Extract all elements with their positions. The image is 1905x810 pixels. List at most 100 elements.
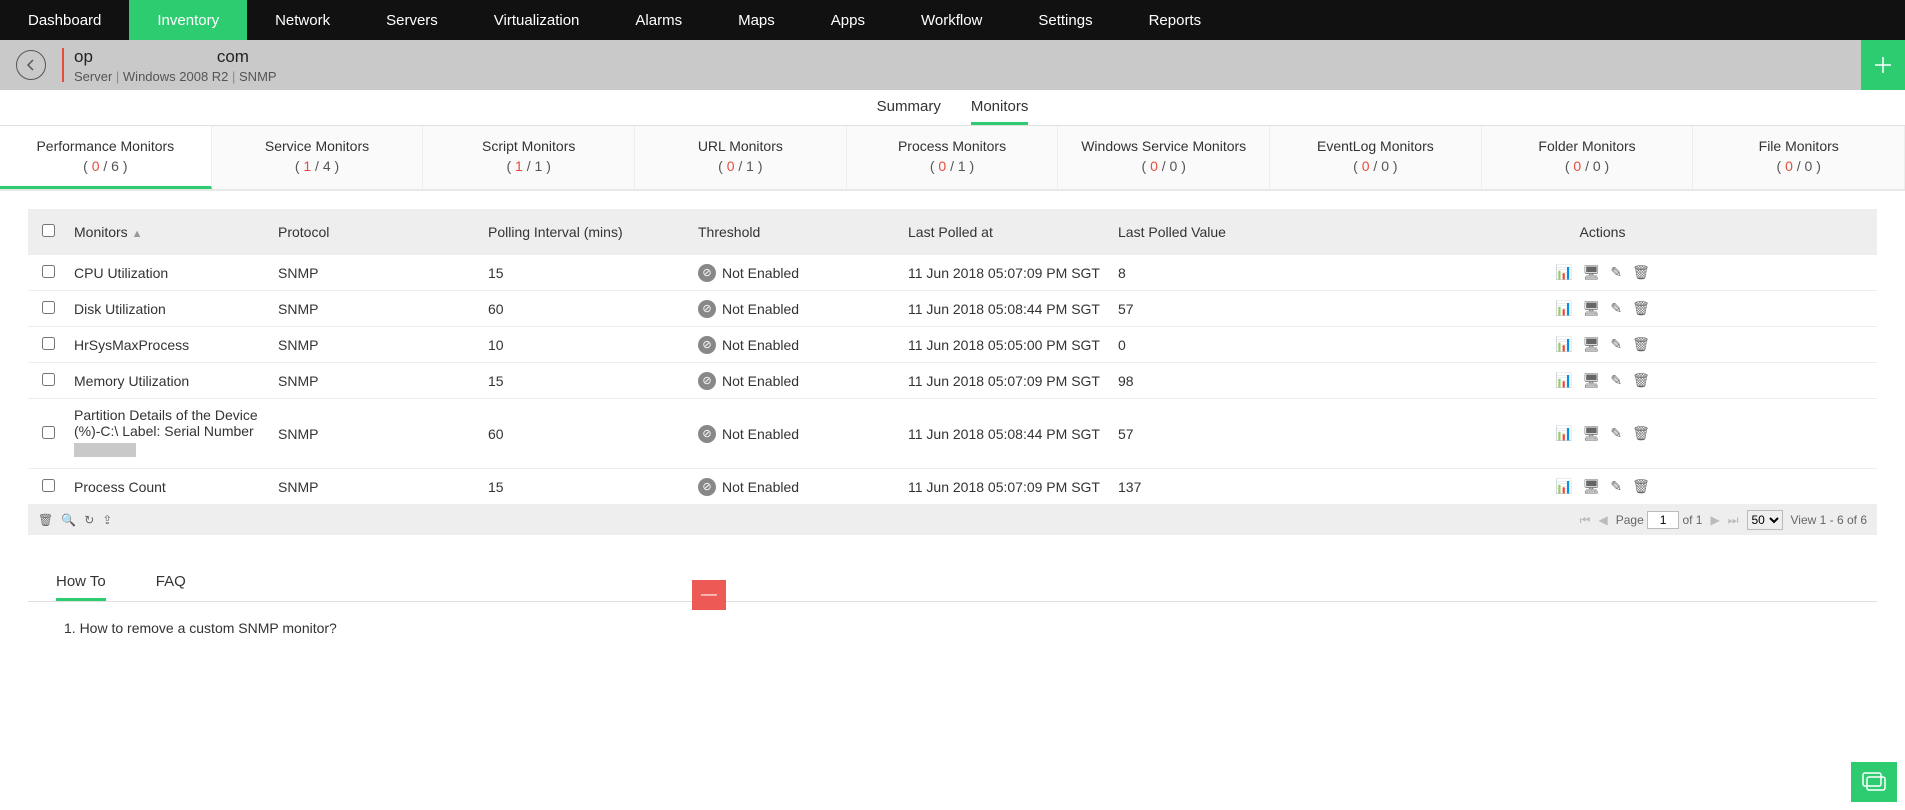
export-icon[interactable]: ⇪ — [102, 513, 112, 527]
edit-icon[interactable]: ✎ — [1610, 300, 1622, 317]
tab-monitors[interactable]: Monitors — [971, 92, 1029, 125]
chart-icon[interactable]: 📊 — [1555, 425, 1572, 442]
monitor-tab[interactable]: Script Monitors( 1 / 1 ) — [423, 126, 635, 189]
cell-last-polled-value: 0 — [1118, 337, 1328, 353]
cell-polling: 15 — [488, 265, 698, 281]
cell-threshold: ⊘Not Enabled — [698, 264, 908, 282]
nav-reports[interactable]: Reports — [1121, 0, 1230, 40]
chart-icon[interactable]: 📊 — [1555, 336, 1572, 353]
monitor-icon[interactable]: 🖥 — [1583, 264, 1601, 281]
row-checkbox[interactable] — [42, 479, 55, 492]
row-checkbox[interactable] — [42, 426, 55, 439]
next-page-icon[interactable]: ▶ — [1710, 513, 1719, 527]
delete-row-icon[interactable]: 🗑 — [1632, 336, 1650, 353]
edit-icon[interactable]: ✎ — [1610, 336, 1622, 353]
delete-row-icon[interactable]: 🗑 — [1632, 425, 1650, 442]
cell-protocol: SNMP — [278, 337, 488, 353]
cell-actions: 📊 🖥 ✎ 🗑 — [1328, 478, 1877, 495]
add-button[interactable] — [1861, 40, 1905, 90]
col-last-polled-at[interactable]: Last Polled at — [908, 224, 1118, 240]
chart-icon[interactable]: 📊 — [1555, 264, 1572, 281]
search-icon[interactable]: 🔍 — [61, 513, 76, 527]
row-checkbox[interactable] — [42, 301, 55, 314]
view-range: View 1 - 6 of 6 — [1791, 513, 1868, 527]
howto-item[interactable]: 1. How to remove a custom SNMP monitor? — [64, 620, 1905, 636]
disabled-icon: ⊘ — [698, 425, 716, 443]
monitor-icon[interactable]: 🖥 — [1583, 372, 1601, 389]
monitor-icon[interactable]: 🖥 — [1583, 336, 1601, 353]
nav-servers[interactable]: Servers — [358, 0, 466, 40]
monitor-tab[interactable]: URL Monitors( 0 / 1 ) — [635, 126, 847, 189]
page-size-select[interactable]: 50 — [1747, 510, 1783, 530]
back-button[interactable] — [16, 50, 46, 80]
chat-button[interactable] — [1851, 762, 1897, 802]
monitor-tab[interactable]: File Monitors( 0 / 0 ) — [1693, 126, 1905, 189]
edit-icon[interactable]: ✎ — [1610, 372, 1622, 389]
cell-monitor[interactable]: CPU Utilization — [68, 257, 278, 289]
cell-monitor[interactable]: Disk Utilization — [68, 293, 278, 325]
page-of: of 1 — [1682, 513, 1702, 527]
cell-protocol: SNMP — [278, 479, 488, 495]
delete-row-icon[interactable]: 🗑 — [1632, 300, 1650, 317]
help-tab-faq[interactable]: FAQ — [156, 573, 186, 601]
delete-row-icon[interactable]: 🗑 — [1632, 264, 1650, 281]
nav-apps[interactable]: Apps — [803, 0, 893, 40]
select-all-checkbox[interactable] — [42, 224, 55, 237]
row-checkbox[interactable] — [42, 373, 55, 386]
help-tab-how-to[interactable]: How To — [56, 573, 106, 601]
cell-monitor[interactable]: Partition Details of the Device (%)-C:\ … — [68, 399, 278, 468]
cell-last-polled-value: 57 — [1118, 301, 1328, 317]
nav-dashboard[interactable]: Dashboard — [0, 0, 129, 40]
nav-maps[interactable]: Maps — [710, 0, 803, 40]
cell-last-polled-at: 11 Jun 2018 05:08:44 PM SGT — [908, 301, 1118, 317]
delete-row-icon[interactable]: 🗑 — [1632, 478, 1650, 495]
prev-page-icon[interactable]: ◀ — [1598, 513, 1607, 527]
monitor-icon[interactable]: 🖥 — [1583, 300, 1601, 317]
nav-virtualization[interactable]: Virtualization — [466, 0, 608, 40]
tab-summary[interactable]: Summary — [877, 92, 941, 125]
delete-icon[interactable]: 🗑 — [38, 513, 53, 527]
help-separator — [28, 601, 1877, 602]
row-checkbox[interactable] — [42, 337, 55, 350]
monitor-tab[interactable]: Windows Service Monitors( 0 / 0 ) — [1058, 126, 1270, 189]
nav-settings[interactable]: Settings — [1010, 0, 1120, 40]
chart-icon[interactable]: 📊 — [1555, 300, 1572, 317]
cell-monitor[interactable]: Process Count — [68, 471, 278, 503]
cell-monitor[interactable]: HrSysMaxProcess — [68, 329, 278, 361]
nav-network[interactable]: Network — [247, 0, 358, 40]
table-row: HrSysMaxProcessSNMP10⊘Not Enabled11 Jun … — [28, 327, 1877, 363]
nav-alarms[interactable]: Alarms — [607, 0, 710, 40]
monitor-icon[interactable]: 🖥 — [1583, 425, 1601, 442]
edit-icon[interactable]: ✎ — [1610, 478, 1622, 495]
nav-workflow[interactable]: Workflow — [893, 0, 1010, 40]
page-input[interactable] — [1647, 511, 1679, 529]
cell-protocol: SNMP — [278, 265, 488, 281]
row-checkbox[interactable] — [42, 265, 55, 278]
collapse-help-button[interactable]: — — [692, 580, 726, 610]
cell-protocol: SNMP — [278, 373, 488, 389]
cell-protocol: SNMP — [278, 426, 488, 442]
col-protocol[interactable]: Protocol — [278, 224, 488, 240]
cell-polling: 15 — [488, 373, 698, 389]
edit-icon[interactable]: ✎ — [1610, 425, 1622, 442]
col-threshold[interactable]: Threshold — [698, 224, 908, 240]
monitor-tab[interactable]: Process Monitors( 0 / 1 ) — [847, 126, 1059, 189]
refresh-icon[interactable]: ↻ — [84, 513, 94, 527]
first-page-icon[interactable]: ⏮ — [1580, 513, 1591, 528]
col-last-polled-value[interactable]: Last Polled Value — [1118, 224, 1328, 240]
monitor-tab[interactable]: Folder Monitors( 0 / 0 ) — [1482, 126, 1694, 189]
chart-icon[interactable]: 📊 — [1555, 372, 1572, 389]
monitor-tab[interactable]: Performance Monitors( 0 / 6 ) — [0, 126, 212, 189]
col-polling[interactable]: Polling Interval (mins) — [488, 224, 698, 240]
monitor-tab[interactable]: Service Monitors( 1 / 4 ) — [212, 126, 424, 189]
nav-inventory[interactable]: Inventory — [129, 0, 247, 40]
chart-icon[interactable]: 📊 — [1555, 478, 1572, 495]
delete-row-icon[interactable]: 🗑 — [1632, 372, 1650, 389]
table-row: Partition Details of the Device (%)-C:\ … — [28, 399, 1877, 469]
monitor-tab[interactable]: EventLog Monitors( 0 / 0 ) — [1270, 126, 1482, 189]
last-page-icon[interactable]: ⏭ — [1728, 513, 1739, 528]
cell-monitor[interactable]: Memory Utilization — [68, 365, 278, 397]
edit-icon[interactable]: ✎ — [1610, 264, 1622, 281]
col-monitors[interactable]: Monitors — [74, 224, 128, 240]
monitor-icon[interactable]: 🖥 — [1583, 478, 1601, 495]
